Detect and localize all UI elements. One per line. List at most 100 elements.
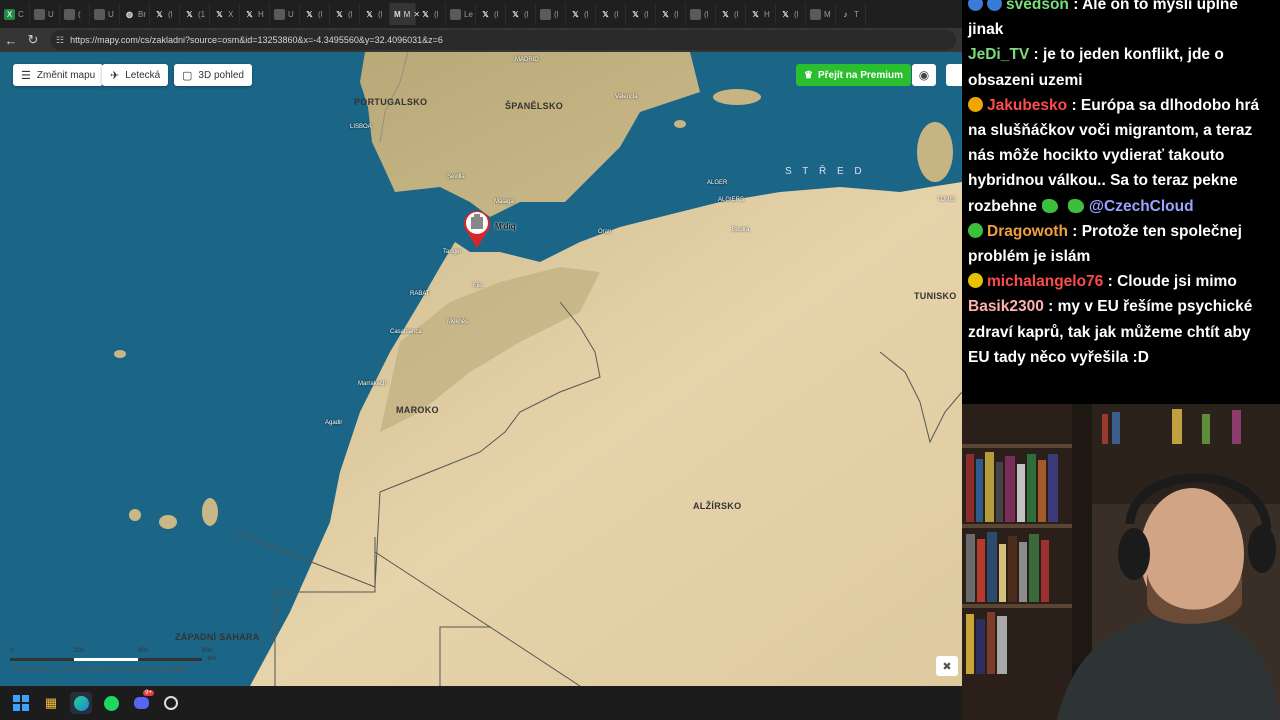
url-field[interactable]: ☷ https://mapy.com/cs/zakladni?source=os…: [50, 30, 956, 50]
browser-tab[interactable]: 𝕏 (l: [476, 3, 506, 25]
premium-button[interactable]: ♛ Přejít na Premium: [796, 64, 911, 86]
chat-badge-icon: [987, 0, 1002, 11]
tab-title: U: [108, 9, 114, 19]
chat-text: Cloude jsi mimo: [1117, 273, 1237, 291]
city-label: Valencia: [615, 94, 638, 100]
scale-tick: 200: [74, 648, 85, 654]
browser-tab[interactable]: (l: [686, 3, 716, 25]
browser-tab[interactable]: 𝕏 (l: [360, 3, 390, 25]
tab-title: (l: [584, 9, 589, 19]
tab-title: (: [78, 9, 81, 19]
browser-tab[interactable]: (: [60, 3, 90, 25]
browser-tab[interactable]: Le: [446, 3, 476, 25]
chat-mention[interactable]: @CzechCloud: [1089, 198, 1194, 215]
city-label: Bouira: [732, 227, 750, 233]
browser-tab[interactable]: U: [270, 3, 300, 25]
browser-tab[interactable]: 𝕏H: [240, 3, 270, 25]
location-pin-icon: [464, 210, 490, 248]
sea-label: S T Ř E D: [785, 166, 866, 177]
chat-username[interactable]: JeDi_TV: [968, 46, 1029, 63]
browser-tab[interactable]: 𝕏 (l: [656, 3, 686, 25]
city-label: Marrakech: [358, 381, 387, 387]
map-canvas[interactable]: ☰ Změnit mapu ✈ Letecká ▢ 3D pohled ♛ Př…: [0, 52, 962, 686]
browser-tab[interactable]: 𝕏 (l: [716, 3, 746, 25]
windows-logo: [13, 695, 29, 711]
city-label: LISBOA: [350, 124, 372, 130]
browser-tab[interactable]: U: [90, 3, 120, 25]
x-icon: 𝕏: [186, 9, 193, 19]
browser-tab[interactable]: 𝕏 (l: [626, 3, 656, 25]
view3d-button[interactable]: ▢ 3D pohled: [174, 64, 252, 86]
tab-icon: [450, 8, 461, 20]
site-info-icon[interactable]: ☷: [56, 35, 64, 46]
browser-tab[interactable]: ♪ T: [836, 3, 866, 25]
browser-tab[interactable]: M M ✕: [390, 3, 420, 25]
chat-username[interactable]: svedson: [1006, 0, 1069, 13]
browser-tab[interactable]: 𝕏 (1: [180, 3, 210, 25]
address-bar-row: ← ↻ ☷ https://mapy.com/cs/zakladni?sourc…: [0, 28, 962, 52]
tab-title: (l: [674, 9, 679, 19]
browser-tab[interactable]: 𝕏 (l: [566, 3, 596, 25]
chat-badge-icon: [968, 273, 983, 289]
back-button[interactable]: ←: [0, 29, 22, 51]
chat-username[interactable]: Dragowoth: [987, 223, 1068, 240]
chat-message: Jakubesko : Európa sa dlhodobo hrá na sl…: [968, 96, 1260, 215]
city-label: Málaga: [494, 199, 514, 205]
spotify-icon[interactable]: [100, 692, 122, 714]
windows-icon[interactable]: [10, 692, 32, 714]
tab-title: X: [228, 9, 234, 19]
tab-icon: [34, 8, 45, 20]
chat-username[interactable]: michalangelo76: [987, 273, 1103, 290]
desktop: X C U(U ◍ Br 𝕏 (l 𝕏 (1 𝕏 X 𝕏 H U 𝕏 (l 𝕏 (l 𝕏 (l M M ✕ 𝕏 (l Le 𝕏 (l 𝕏…: [0, 0, 1280, 720]
chat-badge-icon: [968, 96, 983, 112]
my-location-button[interactable]: ◉: [912, 64, 936, 86]
browser-tab[interactable]: 𝕏H: [746, 3, 776, 25]
tab-title: (l: [434, 9, 439, 19]
browser-tab[interactable]: 𝕏 (l: [596, 3, 626, 25]
chat-username[interactable]: Jakubesko: [987, 97, 1067, 114]
tab-title: H: [258, 9, 264, 19]
reload-button[interactable]: ↻: [22, 29, 44, 51]
browser-tab[interactable]: 𝕏X: [210, 3, 240, 25]
browser-tab[interactable]: M: [806, 3, 836, 25]
map-attribution[interactable]: © Seznam.cz, a.s., 2025, © Tripadvisor, …: [12, 668, 187, 674]
tab-title: (l: [704, 9, 709, 19]
browser-tab[interactable]: 𝕏 (l: [330, 3, 360, 25]
tab-title: (l: [168, 9, 173, 19]
browser-tab[interactable]: (l: [536, 3, 566, 25]
browser-tab[interactable]: U: [30, 3, 60, 25]
tab-icon: [690, 8, 701, 20]
country-label-portugal: PORTUGALSKO: [354, 97, 428, 107]
browser-tab[interactable]: XC: [0, 3, 30, 25]
browser-tab[interactable]: 𝕏 (l: [416, 3, 446, 25]
tab-icon: [274, 8, 285, 20]
edge-icon[interactable]: [70, 692, 92, 714]
map-terrain: [0, 52, 962, 686]
change-map-button[interactable]: ☰ Změnit mapu: [13, 64, 104, 86]
discord-badge: 9+: [143, 690, 154, 696]
chat-emote-icon: [1067, 198, 1084, 213]
discord-icon[interactable]: 9+: [130, 690, 154, 714]
browser-tab[interactable]: 𝕏 (l: [300, 3, 330, 25]
obs-icon[interactable]: [160, 692, 182, 714]
tools-button[interactable]: ✖: [936, 656, 958, 676]
chat-message: Dragowoth : Protože ten společnej problé…: [968, 222, 1242, 266]
menu-button[interactable]: [946, 64, 962, 86]
tab-title: T: [854, 9, 859, 19]
aerial-label: Letecká: [125, 69, 161, 81]
x-icon: 𝕏: [782, 9, 789, 19]
browser-tab[interactable]: 𝕏 (l: [150, 3, 180, 25]
tab-title: (l: [378, 9, 383, 19]
layers-icon: ☰: [21, 69, 31, 82]
tab-icon: [94, 8, 105, 20]
browser-tab[interactable]: ◍ Br: [120, 3, 150, 25]
discord-logo: [133, 697, 149, 709]
aerial-button[interactable]: ✈ Letecká: [102, 64, 169, 86]
tab-title: (l: [614, 9, 619, 19]
folder-icon[interactable]: ▦: [40, 692, 62, 714]
browser-tab[interactable]: 𝕏 (l: [776, 3, 806, 25]
browser-tab[interactable]: 𝕏 (l: [506, 3, 536, 25]
x-icon: 𝕏: [602, 9, 609, 19]
chat-username[interactable]: Basik2300: [968, 298, 1044, 315]
x-icon: 𝕏: [752, 9, 759, 19]
